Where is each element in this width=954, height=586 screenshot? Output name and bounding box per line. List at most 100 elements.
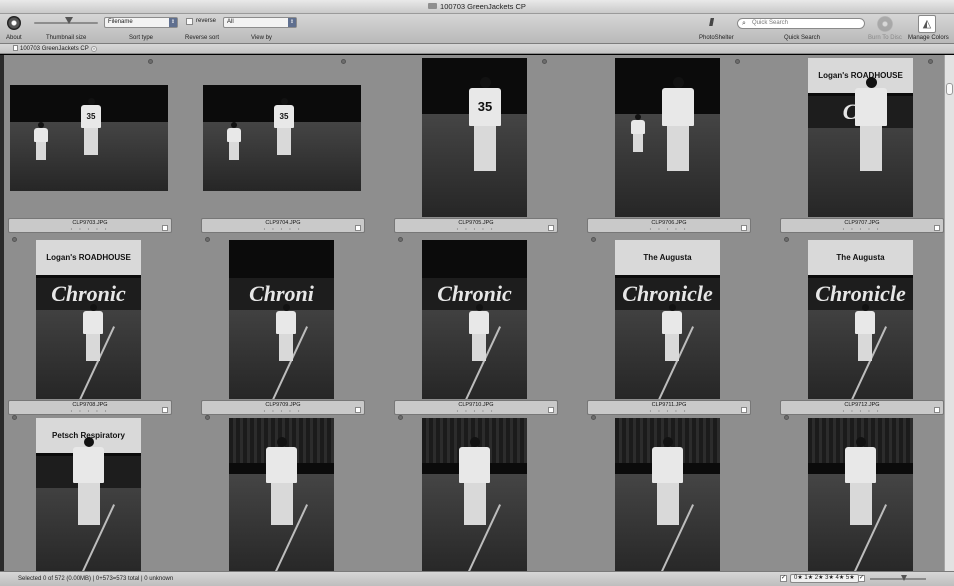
image-player	[631, 114, 645, 154]
manage-colors-icon[interactable]: ◭	[918, 15, 936, 33]
thumbnail-select-checkbox[interactable]	[741, 407, 747, 413]
thumbnail-cell[interactable]: Petsch Respiratoryicle	[8, 415, 172, 571]
label-dot[interactable]	[148, 59, 153, 64]
thumbnail-image[interactable]: 35	[10, 85, 168, 191]
thumbnail-image[interactable]: Logan's ROADHOUSE Chronic	[36, 240, 141, 399]
thumbnail-cell[interactable]	[394, 415, 558, 571]
label-dot[interactable]	[784, 415, 789, 420]
label-dot[interactable]	[398, 415, 403, 420]
quick-search-input[interactable]: ⌕ Quick Search	[737, 18, 865, 29]
thumbnail-image[interactable]: Chronic	[422, 240, 527, 399]
label-dot[interactable]	[928, 59, 933, 64]
about-icon[interactable]	[7, 16, 21, 30]
label-dot[interactable]	[12, 415, 17, 420]
thumbnail-rating[interactable]: • • • • •	[395, 226, 557, 231]
tab-folder[interactable]: 100703 GreenJackets CP	[9, 44, 93, 54]
thumbnail-rating[interactable]: • • • • •	[395, 408, 557, 413]
thumbnail-cell[interactable]: 35 CLP9705.JPG • • • • •	[394, 55, 558, 233]
thumbnail-caption[interactable]: CLP9706.JPG • • • • •	[587, 218, 751, 233]
sort-type-select[interactable]: Filename ⇕	[104, 17, 178, 28]
thumbnail-cell[interactable]: Chronic CLP9710.JPG • • • • •	[394, 237, 558, 415]
thumbnail-select-checkbox[interactable]	[355, 407, 361, 413]
tab-close-icon[interactable]: ×	[91, 46, 97, 52]
filter-checkbox[interactable]: ✓	[780, 575, 787, 582]
thumbnail-rating[interactable]: • • • • •	[202, 226, 364, 231]
thumbnail-image[interactable]: Chroni	[229, 240, 334, 399]
thumbnail-size-slider-thumb[interactable]	[65, 17, 73, 24]
thumbnail-image[interactable]	[615, 58, 720, 217]
thumbnail-cell[interactable]: 35 CLP9703.JPG • • • • •	[8, 55, 172, 233]
thumbnail-cell[interactable]: Logan's ROADHOUSEChrCLP9707.JPG• • • • •	[780, 55, 944, 233]
thumbnail-image[interactable]	[615, 418, 720, 571]
thumbnail-cell[interactable]: 35 CLP9704.JPG • • • • •	[201, 55, 365, 233]
burn-to-disc-label: Burn To Disc	[868, 35, 902, 41]
reverse-sort-label: Reverse sort	[185, 35, 220, 41]
label-dot[interactable]	[591, 415, 596, 420]
thumbnail-cell[interactable]: The Augusta Chronicle CLP9712.JPG • • • • •	[780, 237, 944, 415]
thumbnail-caption[interactable]: CLP9709.JPG • • • • •	[201, 400, 365, 415]
burn-disc-icon[interactable]	[877, 16, 893, 32]
thumbnail-select-checkbox[interactable]	[162, 225, 168, 231]
label-dot[interactable]	[591, 237, 596, 242]
thumbnail-rating[interactable]: • • • • •	[588, 408, 750, 413]
thumbnail-caption[interactable]: CLP9703.JPG • • • • •	[8, 218, 172, 233]
thumbnail-select-checkbox[interactable]	[741, 225, 747, 231]
thumbnail-grid[interactable]: 35 CLP9703.JPG • • • • • 35 CLP9704.JPG • • •…	[4, 55, 944, 571]
label-dot[interactable]	[12, 237, 17, 242]
thumbnail-select-checkbox[interactable]	[548, 407, 554, 413]
thumbnail-cell[interactable]: CLP9706.JPG • • • • •	[587, 55, 751, 233]
photoshelter-label: PhotoShelter	[699, 35, 734, 41]
thumbnail-image[interactable]	[422, 418, 527, 571]
thumbnail-cell[interactable]: Chroni CLP9709.JPG • • • • •	[201, 237, 365, 415]
thumbnail-cell[interactable]	[587, 415, 751, 571]
thumbnail-caption[interactable]: CLP9704.JPG • • • • •	[201, 218, 365, 233]
thumbnail-image[interactable]	[808, 418, 913, 571]
label-dot[interactable]	[341, 59, 346, 64]
vertical-scrollbar[interactable]	[944, 55, 954, 571]
thumbnail-cell[interactable]: The Augusta Chronicle CLP9711.JPG • • • • •	[587, 237, 751, 415]
player-jersey	[276, 311, 296, 334]
thumbnail-image[interactable]: Petsch Respiratoryicle	[36, 418, 141, 571]
label-dot[interactable]	[205, 415, 210, 420]
thumbnail-select-checkbox[interactable]	[548, 225, 554, 231]
thumbnail-cell[interactable]: Logan's ROADHOUSE Chronic CLP9708.JPG • • •…	[8, 237, 172, 415]
thumbnail-caption[interactable]: CLP9711.JPG • • • • •	[587, 400, 751, 415]
thumbnail-rating[interactable]: • • • • •	[9, 226, 171, 231]
zoom-slider-thumb[interactable]	[901, 575, 907, 581]
thumbnail-rating[interactable]: • • • • •	[202, 408, 364, 413]
thumbnail-rating[interactable]: • • • • •	[781, 408, 943, 413]
thumbnail-caption[interactable]: CLP9705.JPG • • • • •	[394, 218, 558, 233]
view-by-select[interactable]: All ⇕	[223, 17, 297, 28]
thumbnail-cell[interactable]	[201, 415, 365, 571]
label-dot[interactable]	[542, 59, 547, 64]
thumbnail-select-checkbox[interactable]	[934, 407, 940, 413]
zoom-checkbox[interactable]: ✓	[858, 575, 865, 582]
thumbnail-cell[interactable]	[780, 415, 944, 571]
thumbnail-image[interactable]: The Augusta Chronicle	[808, 240, 913, 399]
manage-colors-label: Manage Colors	[908, 35, 949, 41]
reverse-checkbox[interactable]	[186, 18, 193, 25]
thumbnail-caption[interactable]: CLP9710.JPG • • • • •	[394, 400, 558, 415]
thumbnail-caption[interactable]: CLP9712.JPG • • • • •	[780, 400, 944, 415]
thumbnail-image[interactable]: 35	[203, 85, 361, 191]
thumbnail-select-checkbox[interactable]	[162, 407, 168, 413]
thumbnail-rating[interactable]: • • • • •	[588, 226, 750, 231]
thumbnail-select-checkbox[interactable]	[934, 225, 940, 231]
thumbnail-caption[interactable]: CLP9707.JPG • • • • •	[780, 218, 944, 233]
label-dot[interactable]	[784, 237, 789, 242]
thumbnail-caption[interactable]: CLP9708.JPG • • • • •	[8, 400, 172, 415]
label-dot[interactable]	[398, 237, 403, 242]
thumbnail-rating[interactable]: • • • • •	[781, 226, 943, 231]
zoom-slider[interactable]	[870, 578, 926, 580]
thumbnail-image[interactable]: 35	[422, 58, 527, 217]
label-dot[interactable]	[735, 59, 740, 64]
thumbnail-image[interactable]	[229, 418, 334, 571]
rating-filter[interactable]: 0★ 1★ 2★ 3★ 4★ 5★	[790, 574, 859, 583]
label-dot[interactable]	[205, 237, 210, 242]
thumbnail-rating[interactable]: • • • • •	[9, 408, 171, 413]
thumbnail-image[interactable]: The Augusta Chronicle	[615, 240, 720, 399]
thumbnail-image[interactable]: Logan's ROADHOUSEChr	[808, 58, 913, 217]
photoshelter-icon[interactable]: ///	[709, 17, 714, 29]
thumbnail-select-checkbox[interactable]	[355, 225, 361, 231]
scrollbar-thumb[interactable]	[946, 83, 953, 95]
